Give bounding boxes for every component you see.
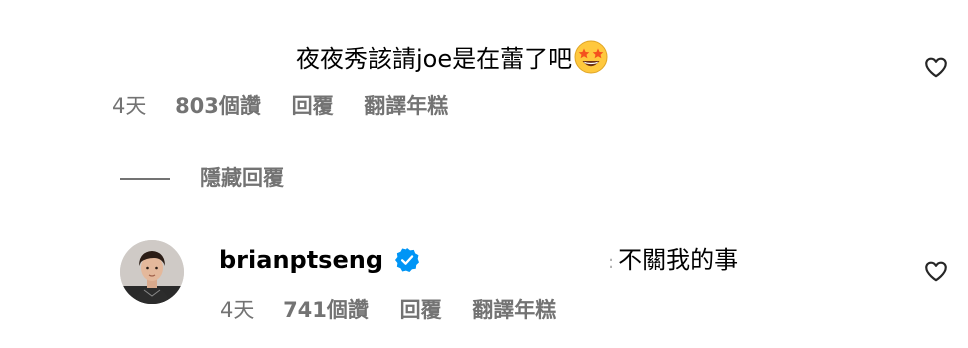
comment: 夜夜秀該請joe是在蕾了吧 4天 803個讚 回覆 翻譯年糕 [0,0,968,140]
reply-time: 4天 [220,298,255,322]
reply-username[interactable]: brianptseng [219,244,383,276]
star-struck-emoji-icon [574,40,608,74]
avatar[interactable] [120,240,184,304]
hide-replies-toggle[interactable]: 隱藏回覆 [120,164,310,194]
reply: brianptseng : 不關我的事 4天 741個讚 回覆 翻譯年糕 [0,230,968,340]
comment-translate-button[interactable]: 翻譯年糕 [364,92,448,120]
comment-body: 夜夜秀該請joe是在蕾了吧 [296,40,608,75]
verified-badge-icon [394,247,420,273]
comment-likes[interactable]: 803個讚 [175,92,261,120]
heart-icon [925,261,947,282]
reply-reply-button[interactable]: 回覆 [400,296,442,324]
comment-like-button[interactable] [923,54,949,80]
replies-divider [120,178,170,180]
reply-translate-button[interactable]: 翻譯年糕 [472,296,556,324]
reply-header: brianptseng [219,244,420,276]
reply-likes[interactable]: 741個讚 [283,296,369,324]
comment-time: 4天 [112,94,147,118]
comment-reply-button[interactable]: 回覆 [292,92,334,120]
reply-separator: : [608,252,615,273]
reply-body: : 不關我的事 [608,244,738,279]
avatar-photo [120,240,184,304]
reply-like-button[interactable] [923,258,949,284]
heart-icon [925,57,947,78]
hide-replies-label: 隱藏回覆 [200,166,284,190]
reply-meta: 4天 741個讚 回覆 翻譯年糕 [220,296,556,324]
comment-meta: 4天 803個讚 回覆 翻譯年糕 [112,92,448,120]
comment-text: 夜夜秀該請joe是在蕾了吧 [296,45,573,73]
reply-text: 不關我的事 [618,246,739,274]
